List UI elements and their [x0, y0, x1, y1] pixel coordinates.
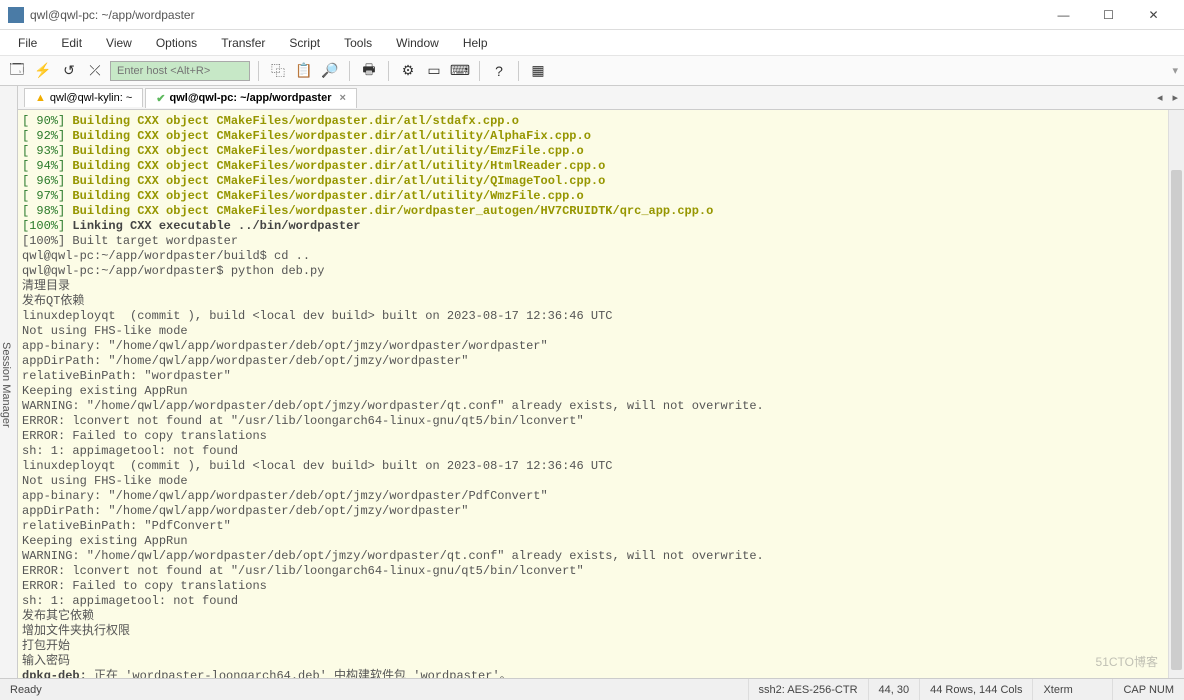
minimize-button[interactable]: — [1041, 1, 1086, 29]
tab-wordpaster[interactable]: ✔ qwl@qwl-pc: ~/app/wordpaster × [145, 88, 357, 108]
statusbar: Ready ssh2: AES-256-CTR 44, 30 44 Rows, … [0, 678, 1184, 700]
prev-tab-icon[interactable]: ◂ [1157, 91, 1163, 104]
menu-view[interactable]: View [96, 34, 142, 52]
toolbar: 🗔 ⚡ ↺ ⤫ ⿻ 📋 🔎 🖶 ⚙ ▭ ⌨ ? ▦ ▾ [0, 56, 1184, 86]
watermark: 51CTO博客 [1096, 655, 1158, 670]
warning-icon: ▲ [35, 92, 46, 104]
maximize-button[interactable]: ☐ [1086, 1, 1131, 29]
close-icon[interactable]: × [340, 92, 346, 104]
terminal[interactable]: [ 90%] Building CXX object CMakeFiles/wo… [18, 110, 1184, 678]
help-icon[interactable]: ? [488, 60, 510, 82]
quick-connect-icon[interactable]: ⚡ [32, 60, 54, 82]
content-column: ▲ qwl@qwl-kylin: ~ ✔ qwl@qwl-pc: ~/app/w… [18, 86, 1184, 678]
check-icon: ✔ [156, 92, 165, 105]
status-connection: ssh2: AES-256-CTR [749, 679, 869, 700]
status-caps: CAP NUM [1113, 679, 1184, 700]
extra-icon[interactable]: ▦ [527, 60, 549, 82]
menu-edit[interactable]: Edit [51, 34, 92, 52]
status-size: 44 Rows, 144 Cols [920, 679, 1033, 700]
separator [388, 61, 389, 81]
scrollbar[interactable] [1168, 110, 1184, 678]
menu-window[interactable]: Window [386, 34, 449, 52]
menu-help[interactable]: Help [453, 34, 498, 52]
host-input[interactable] [110, 61, 250, 81]
copy-icon[interactable]: ⿻ [267, 60, 289, 82]
tab-nav: ◂ ▸ [1157, 91, 1178, 104]
session-manager-tab[interactable]: Session Manager [0, 86, 18, 678]
tab-label: qwl@qwl-kylin: ~ [50, 92, 132, 104]
status-ready: Ready [0, 679, 749, 700]
menu-options[interactable]: Options [146, 34, 207, 52]
menu-tools[interactable]: Tools [334, 34, 382, 52]
main-area: Session Manager ▲ qwl@qwl-kylin: ~ ✔ qwl… [0, 86, 1184, 678]
status-cursor: 44, 30 [869, 679, 921, 700]
window-title: qwl@qwl-pc: ~/app/wordpaster [30, 8, 1041, 22]
window-controls: — ☐ ✕ [1041, 1, 1176, 29]
session-options-icon[interactable]: ▭ [423, 60, 445, 82]
print-icon[interactable]: 🖶 [358, 60, 380, 82]
app-icon [8, 7, 24, 23]
disconnect-icon[interactable]: ⤫ [84, 60, 106, 82]
separator [518, 61, 519, 81]
reconnect-icon[interactable]: ↺ [58, 60, 80, 82]
profile-icon[interactable]: 🗔 [6, 60, 28, 82]
separator [349, 61, 350, 81]
paste-icon[interactable]: 📋 [293, 60, 315, 82]
titlebar: qwl@qwl-pc: ~/app/wordpaster — ☐ ✕ [0, 0, 1184, 30]
menu-script[interactable]: Script [279, 34, 330, 52]
keymap-icon[interactable]: ⌨ [449, 60, 471, 82]
session-tabs: ▲ qwl@qwl-kylin: ~ ✔ qwl@qwl-pc: ~/app/w… [18, 86, 1184, 110]
toolbar-dropdown-icon[interactable]: ▾ [1172, 64, 1178, 77]
tab-kylin[interactable]: ▲ qwl@qwl-kylin: ~ [24, 88, 143, 107]
close-button[interactable]: ✕ [1131, 1, 1176, 29]
find-icon[interactable]: 🔎 [319, 60, 341, 82]
separator [258, 61, 259, 81]
tab-label: qwl@qwl-pc: ~/app/wordpaster [170, 92, 332, 104]
menu-file[interactable]: File [8, 34, 47, 52]
separator [479, 61, 480, 81]
settings-icon[interactable]: ⚙ [397, 60, 419, 82]
menubar: File Edit View Options Transfer Script T… [0, 30, 1184, 56]
next-tab-icon[interactable]: ▸ [1172, 91, 1178, 104]
status-term: Xterm [1033, 679, 1113, 700]
menu-transfer[interactable]: Transfer [211, 34, 275, 52]
scroll-thumb[interactable] [1171, 170, 1182, 670]
